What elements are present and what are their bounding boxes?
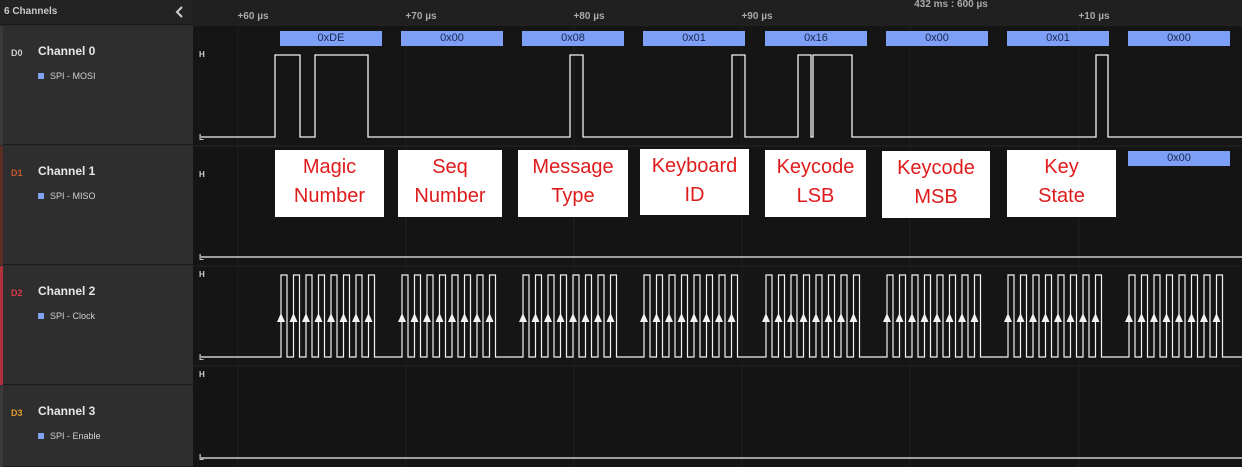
annotation-label: Seq Number <box>398 150 502 217</box>
level-low-label: L <box>199 453 204 462</box>
mosi-byte-bubble[interactable]: 0x01 <box>1007 31 1109 46</box>
analyzer-name: SPI - Clock <box>50 311 96 321</box>
annotation-label: Message Type <box>518 150 628 217</box>
analyzer-label[interactable]: SPI - MISO <box>38 191 96 201</box>
analyzer-name: SPI - MOSI <box>50 71 96 81</box>
sidebar-header: 6 Channels <box>0 0 193 25</box>
analyzer-label[interactable]: SPI - MOSI <box>38 71 96 81</box>
level-low-label: L <box>199 253 204 262</box>
mosi-byte-bubble[interactable]: 0x00 <box>1128 31 1230 46</box>
channel-name[interactable]: Channel 2 <box>38 284 95 298</box>
annotation-label: Keycode LSB <box>765 150 866 217</box>
channel-color-stripe <box>0 26 3 145</box>
annotation-label: Keycode MSB <box>882 151 990 218</box>
channel-name[interactable]: Channel 3 <box>38 404 95 418</box>
mosi-byte-bubble[interactable]: 0x00 <box>401 31 503 46</box>
level-high-label: H <box>199 270 205 279</box>
annotation-label: Keyboard ID <box>640 149 749 215</box>
chevron-left-icon[interactable] <box>172 3 188 21</box>
channel-id: D1 <box>11 168 23 178</box>
level-low-label: L <box>199 353 204 362</box>
channel-color-stripe <box>0 266 3 385</box>
mosi-byte-bubble[interactable]: 0xDE <box>280 31 382 46</box>
channels-count: 6 Channels <box>4 6 58 17</box>
channel-id: D2 <box>11 288 23 298</box>
mosi-byte-bubble[interactable]: 0x16 <box>765 31 867 46</box>
analyzer-color-icon <box>38 73 44 79</box>
level-low-label: L <box>199 133 204 142</box>
channel-name[interactable]: Channel 1 <box>38 164 95 178</box>
analyzer-name: SPI - MISO <box>50 191 96 201</box>
waveform-traces <box>193 26 1242 467</box>
annotation-label: Key State <box>1007 150 1116 217</box>
level-high-label: H <box>199 370 205 379</box>
channel-sidebar: 6 Channels D0 Channel 0 SPI - MOSI D1 Ch… <box>0 0 193 467</box>
mosi-byte-bubble[interactable]: 0x01 <box>643 31 745 46</box>
channel-id: D3 <box>11 408 23 418</box>
channel-row-0[interactable]: D0 Channel 0 SPI - MOSI <box>0 26 193 145</box>
miso-byte-bubble[interactable]: 0x00 <box>1128 151 1230 166</box>
channel-row-3[interactable]: D3 Channel 3 SPI - Enable <box>0 386 193 467</box>
mosi-byte-bubble[interactable]: 0x00 <box>886 31 988 46</box>
channel-color-stripe <box>0 386 3 467</box>
level-high-label: H <box>199 50 205 59</box>
mosi-byte-bubble[interactable]: 0x08 <box>522 31 624 46</box>
analyzer-name: SPI - Enable <box>50 431 101 441</box>
analyzer-color-icon <box>38 433 44 439</box>
channel-color-stripe <box>0 146 3 265</box>
analyzer-label[interactable]: SPI - Enable <box>38 431 101 441</box>
channel-name[interactable]: Channel 0 <box>38 44 95 58</box>
channel-row-2[interactable]: D2 Channel 2 SPI - Clock <box>0 266 193 385</box>
analyzer-label[interactable]: SPI - Clock <box>38 311 95 321</box>
analyzer-color-icon <box>38 193 44 199</box>
channel-id: D0 <box>11 48 23 58</box>
lane-background <box>193 366 1242 467</box>
waveform-view[interactable]: +60 µs +70 µs +80 µs +90 µs +10 µs 432 m… <box>193 0 1242 467</box>
annotation-label: Magic Number <box>275 150 384 217</box>
analyzer-color-icon <box>38 313 44 319</box>
channel-row-1[interactable]: D1 Channel 1 SPI - MISO <box>0 146 193 265</box>
lane-background <box>193 266 1242 366</box>
level-high-label: H <box>199 170 205 179</box>
